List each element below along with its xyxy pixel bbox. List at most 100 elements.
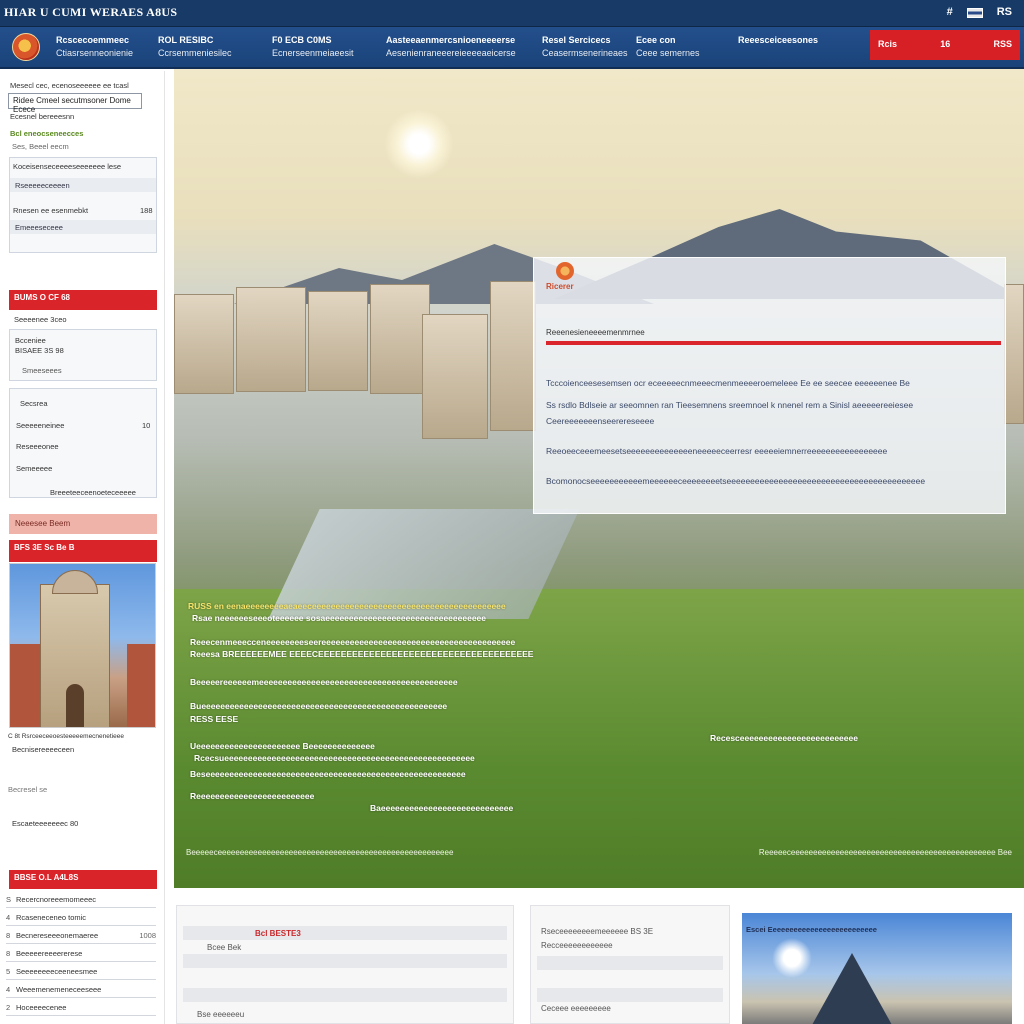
nav-item-7[interactable]: Reeesceiceesones [738,34,818,47]
nav-item-2[interactable]: ROL RESIBC Ccrsemmeniesilec [158,34,232,60]
top-bar: HIAR U CUMI WERAES A8US # RS [0,0,1024,27]
list-bullet-icon: 8 [6,949,11,958]
nav-cta-mid: 16 [940,39,951,49]
hero-footer-left[interactable]: Beeeeeceeeeeeeeeeeeeeeeeeeeeeeeeeeeeeeee… [186,848,453,860]
sidebar-box-2-line-4[interactable]: Semeeeee [16,464,52,473]
language-link[interactable]: RS [997,6,1012,18]
sidebar-top-label: Mesecl cec, ecenoseeeeee ee tcasl [10,81,129,90]
bottom-card-2[interactable]: Rseceeeeeeeemeeeeee BS 3E Recceeeeeeeeee… [530,905,730,1024]
list-item-count: 1008 [139,931,156,940]
sidebar-box-2-line-1: Secsrea [20,399,48,408]
sidebar-red-banner-3[interactable]: BBSE O.L A4L8S [9,870,157,889]
sun-glow [384,109,454,179]
photo-sun [772,938,812,978]
hero-banner: Ricerer Reeenesieneeeemenmrnee Tcccoienc… [174,69,1024,888]
nav-item-3[interactable]: F0 ECB C0MS Ecnerseenmeiaeesit [272,34,354,60]
sidebar-box-2-line-3[interactable]: Reseeeonee [16,442,59,451]
list-item[interactable]: 8 Becnereseeeonemaeree 1008 [6,928,156,944]
bottom-card-1[interactable]: Bcl BESTE3 Bcee Bek Bse eeeeeeu [176,905,514,1024]
bottom-photo-card[interactable]: Escei Eeeeeeeeeeeeeeeeeeeeeeeeee [742,913,1012,1024]
card-line-5: Bcomonocseeeeeeeeeeemeeeeeeceeeeeeeetsee… [546,476,926,486]
list-item[interactable]: 4 Rcaseneceneo tomic [6,910,156,926]
bottom-card-2-bar [537,988,723,1002]
building-door [66,684,84,727]
sidebar-red-banner-3-title: BBSE O.L A4L8S [14,873,79,882]
sidebar-line-b: Becresel se [8,785,48,794]
sidebar-box-item-b: Bcceniee BISAEE 3S 98 Smeeseees [9,329,157,381]
nav-cta-button[interactable]: Rcis 16 RSS [870,30,1020,60]
card-line-1: Tcccoienceesesemsen ocr eceeeeecnmeeecme… [546,378,910,388]
hero-text-3: Reeecenmeeecceneeeeeeeeseereeeeeeeeeeeee… [190,637,516,647]
sidebar-box-1-row-1[interactable]: Rseeeeeceeeen [10,178,156,192]
flag-icon[interactable] [966,8,983,18]
apartment-block [174,294,234,394]
nav-item-1-title: Rcscecoemmeec [56,35,130,45]
card-brand: Ricerer [546,282,574,291]
list-bullet-icon: 5 [6,967,11,976]
nav-item-1-subtitle: Ctiasrsenneonienie [56,48,134,58]
list-item[interactable]: 5 Seeeeeeeeceeneesmee [6,964,156,980]
sidebar-item-b-line-2[interactable]: BISAEE 3S 98 [15,346,64,355]
list-item[interactable]: S Recercnoreeemomeeec [6,892,156,908]
list-bullet-icon: 4 [6,913,11,922]
hero-text-9: Recesceeeeeeeeeeeeeeeeeeeeeeeee [710,733,858,743]
nav-item-5[interactable]: Resel Sercicecs Ceasermsenerineaes [542,34,628,60]
sidebar-box-2-line-2[interactable]: Seeeeeneinee [16,421,64,430]
bottom-card-1-bar [183,954,507,968]
nav-item-1[interactable]: Rcscecoemmeec Ctiasrsenneonienie [56,34,133,60]
list-bullet-icon: S [6,895,12,904]
sidebar-box-1-row-3[interactable]: Emeeeseceee [10,220,156,234]
sidebar: Mesecl cec, ecenoseeeeee ee tcasl Ridee … [0,71,165,1024]
photo-sub: Becnisereeeeceen [12,745,75,754]
sidebar-red-banner-2[interactable]: BFS 3E Sc Be B [9,540,157,562]
apartment-block [1004,284,1024,424]
list-bullet-icon: 4 [6,985,11,994]
sidebar-item-c[interactable]: Smeeseees [22,366,62,375]
sidebar-box-1: Koceisenseceeeeseeeeeee lese Rseeeeeceee… [9,157,157,253]
list-item-label: Recercnoreeemomeeec [16,895,97,904]
sidebar-box-1-row-2[interactable]: Rnesen ee esenmebkt [13,206,88,215]
hero-footer-right[interactable]: Reeeeeceeeeeeeeeeeeeeeeeeeeeeeeeeeeeeeee… [759,848,1012,860]
hero-text-11: Beseeeeeeeeeeeeeeeeeeeeeeeeeeeeeeeeeeeee… [190,769,466,779]
list-item[interactable]: 2 Hoceeeecenee [6,1000,156,1016]
sidebar-red-banner-2-title: BFS 3E Sc Be B [14,543,75,552]
sidebar-green-label[interactable]: Bcl eneocseneecces [10,129,83,138]
building-dome [52,570,98,594]
sidebar-item-a[interactable]: Seeeenee 3ceo [14,315,67,324]
sidebar-box-2-line-5: Breeeteeceenoeteceeeee [50,488,136,497]
site-title[interactable]: HIAR U CUMI WERAES A8US [4,5,177,20]
list-item[interactable]: 4 Weeemenemeneceeseee [6,982,156,998]
bottom-card-2-title: Rseceeeeeeeemeeeeee BS 3E [541,927,654,936]
bottom-card-1-title: Bcl BESTE3 [255,929,301,938]
sidebar-search-input[interactable]: Ridee Cmeel secutmsoner Dome Ecece [8,93,142,114]
nav-item-5-subtitle: Ceasermsenerineaes [542,48,628,58]
hero-text-4: Reeesa BREEEEEEMEE EEEECEEEEEEEEEEEEEEEE… [190,649,534,659]
hero-text-6: Bueeeeeeeeeeeeeeeeeeeeeeeeeeeeeeeeeeeeee… [190,701,448,711]
apartment-block [308,291,368,391]
card-line-3: Ceereeeeeeenseerereseeee [546,416,655,426]
sidebar-box-1-row-2-num: 188 [140,206,153,215]
sidebar-red-banner-1[interactable]: BUMS O CF 68 [9,290,157,310]
logo-icon[interactable] [12,33,40,61]
sidebar-pink-label[interactable]: Neeesee Beem [9,514,157,534]
building-photo[interactable] [9,563,156,728]
list-item[interactable]: 8 Beeeeereeeererese [6,946,156,962]
list-item-label: Hoceeeecenee [16,1003,67,1012]
nav-item-6[interactable]: Ecee con Ceee semernes [636,34,700,60]
sidebar-line-c[interactable]: Escaeteeeeeeec 80 [12,819,78,828]
info-card[interactable]: Ricerer Reeenesieneeeemenmrnee Tcccoienc… [533,257,1006,514]
nav-item-6-title: Ecee con [636,35,676,45]
nav-item-2-title: ROL RESIBC [158,35,214,45]
sidebar-item-b-line-1: Bcceniee [15,336,46,345]
top-utility-links: # RS [947,6,1012,18]
bottom-photo-caption: Escei Eeeeeeeeeeeeeeeeeeeeeeeeee [746,925,877,934]
hash-link[interactable]: # [947,6,953,18]
nav-item-2-subtitle: Ccrsemmeniesilec [158,48,232,58]
nav-item-4[interactable]: Aasteeaenmercsnioeneeeerse Aesenienranee… [386,34,516,60]
nav-item-4-subtitle: Aesenienraneeereieeeeaeicerse [386,48,516,58]
bottom-card-2-bar [537,956,723,970]
nav-item-7-title: Reeesceiceesones [738,35,819,45]
nav-item-3-title: F0 ECB C0MS [272,35,332,45]
list-item-label: Seeeeeeeeceeneesmee [16,967,98,976]
card-line-4: Reeoeeceeemeesetseeeeeeeeeeeeeeneeeeecee… [546,446,888,456]
